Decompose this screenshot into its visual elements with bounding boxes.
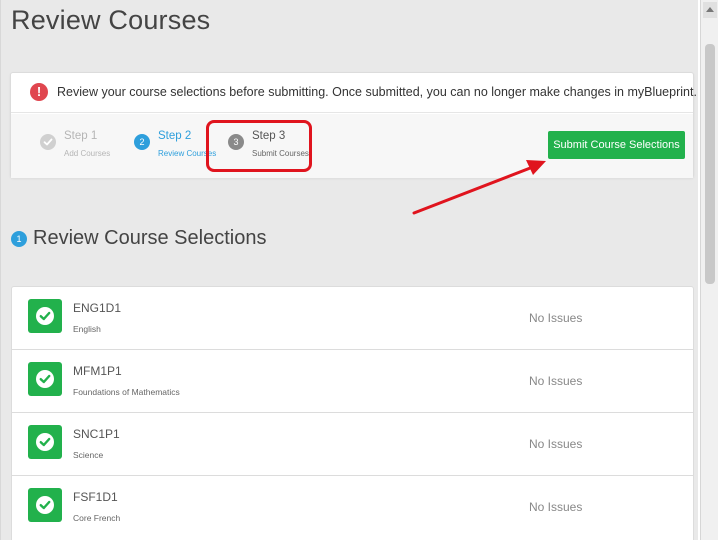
annotation-highlight-box bbox=[206, 120, 312, 172]
alert-exclamation-icon: ! bbox=[30, 83, 48, 101]
course-name: English bbox=[73, 324, 101, 334]
scrollbar-thumb[interactable] bbox=[705, 44, 715, 284]
course-status: No Issues bbox=[529, 311, 583, 325]
scroll-up-arrow-icon[interactable] bbox=[703, 2, 717, 18]
course-name: Foundations of Mathematics bbox=[73, 387, 180, 397]
step-title: Step 2 bbox=[158, 130, 192, 142]
app-viewport: Review Courses ! Review your course sele… bbox=[0, 0, 698, 540]
course-row[interactable]: SNC1P1 Science No Issues bbox=[12, 413, 693, 476]
course-list: ENG1D1 English No Issues MFM1P1 Foundati… bbox=[11, 286, 694, 540]
check-icon bbox=[28, 362, 62, 396]
review-alert-card: ! Review your course selections before s… bbox=[10, 72, 697, 178]
vertical-scrollbar[interactable] bbox=[700, 0, 718, 540]
section-title: Review Course Selections bbox=[33, 227, 267, 249]
course-row[interactable]: ENG1D1 English No Issues bbox=[12, 287, 693, 350]
course-name: Science bbox=[73, 450, 104, 460]
alert-message: Review your course selections before sub… bbox=[57, 85, 697, 99]
course-row[interactable]: FSF1D1 Core French No Issues bbox=[12, 476, 693, 539]
check-icon bbox=[28, 425, 62, 459]
course-code: SNC1P1 bbox=[73, 427, 120, 441]
section-number-badge: 1 bbox=[11, 231, 27, 247]
alert-banner: ! Review your course selections before s… bbox=[11, 73, 697, 113]
course-status: No Issues bbox=[529, 500, 583, 514]
course-code: ENG1D1 bbox=[73, 301, 122, 315]
course-row[interactable]: MFM1P1 Foundations of Mathematics No Iss… bbox=[12, 350, 693, 413]
course-code: MFM1P1 bbox=[73, 364, 122, 378]
check-icon bbox=[28, 488, 62, 522]
progress-steps: Step 1 Add Courses 2 Step 2 Review Cours… bbox=[11, 114, 693, 178]
step-number-badge: 2 bbox=[134, 134, 150, 150]
course-status: No Issues bbox=[529, 374, 583, 388]
submit-course-selections-button[interactable]: Submit Course Selections bbox=[548, 131, 685, 159]
check-icon bbox=[28, 299, 62, 333]
course-code: FSF1D1 bbox=[73, 490, 118, 504]
page-title: Review Courses bbox=[11, 5, 211, 35]
course-status: No Issues bbox=[529, 437, 583, 451]
step-subtitle: Add Courses bbox=[64, 149, 111, 158]
step-title: Step 1 bbox=[64, 130, 98, 142]
course-name: Core French bbox=[73, 513, 121, 523]
check-icon bbox=[40, 134, 56, 150]
